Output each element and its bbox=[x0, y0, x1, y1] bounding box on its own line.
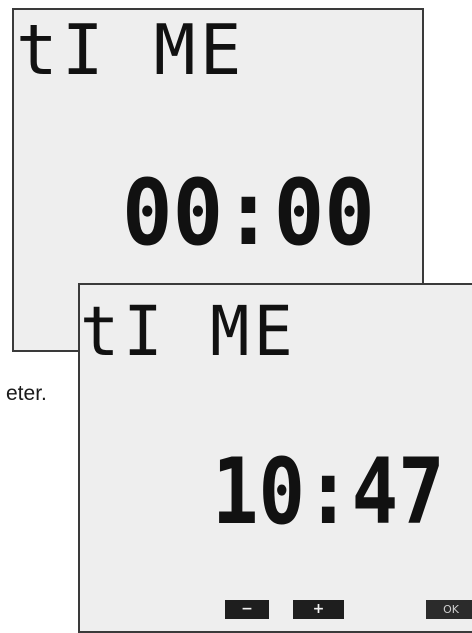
lcd-time-readout: 00:00 bbox=[122, 160, 375, 266]
lcd-mode-label: tI ME bbox=[80, 291, 297, 372]
increment-softkey[interactable]: + bbox=[293, 600, 344, 619]
lcd-mode-label: tI ME bbox=[16, 10, 246, 91]
caption-text-fragment: eter. bbox=[6, 382, 47, 405]
lcd-display-front: tI ME 10:47 − + OK bbox=[78, 283, 472, 633]
ok-softkey[interactable]: OK bbox=[426, 600, 472, 619]
lcd-time-readout: 10:47 bbox=[212, 439, 445, 545]
decrement-softkey[interactable]: − bbox=[225, 600, 269, 619]
